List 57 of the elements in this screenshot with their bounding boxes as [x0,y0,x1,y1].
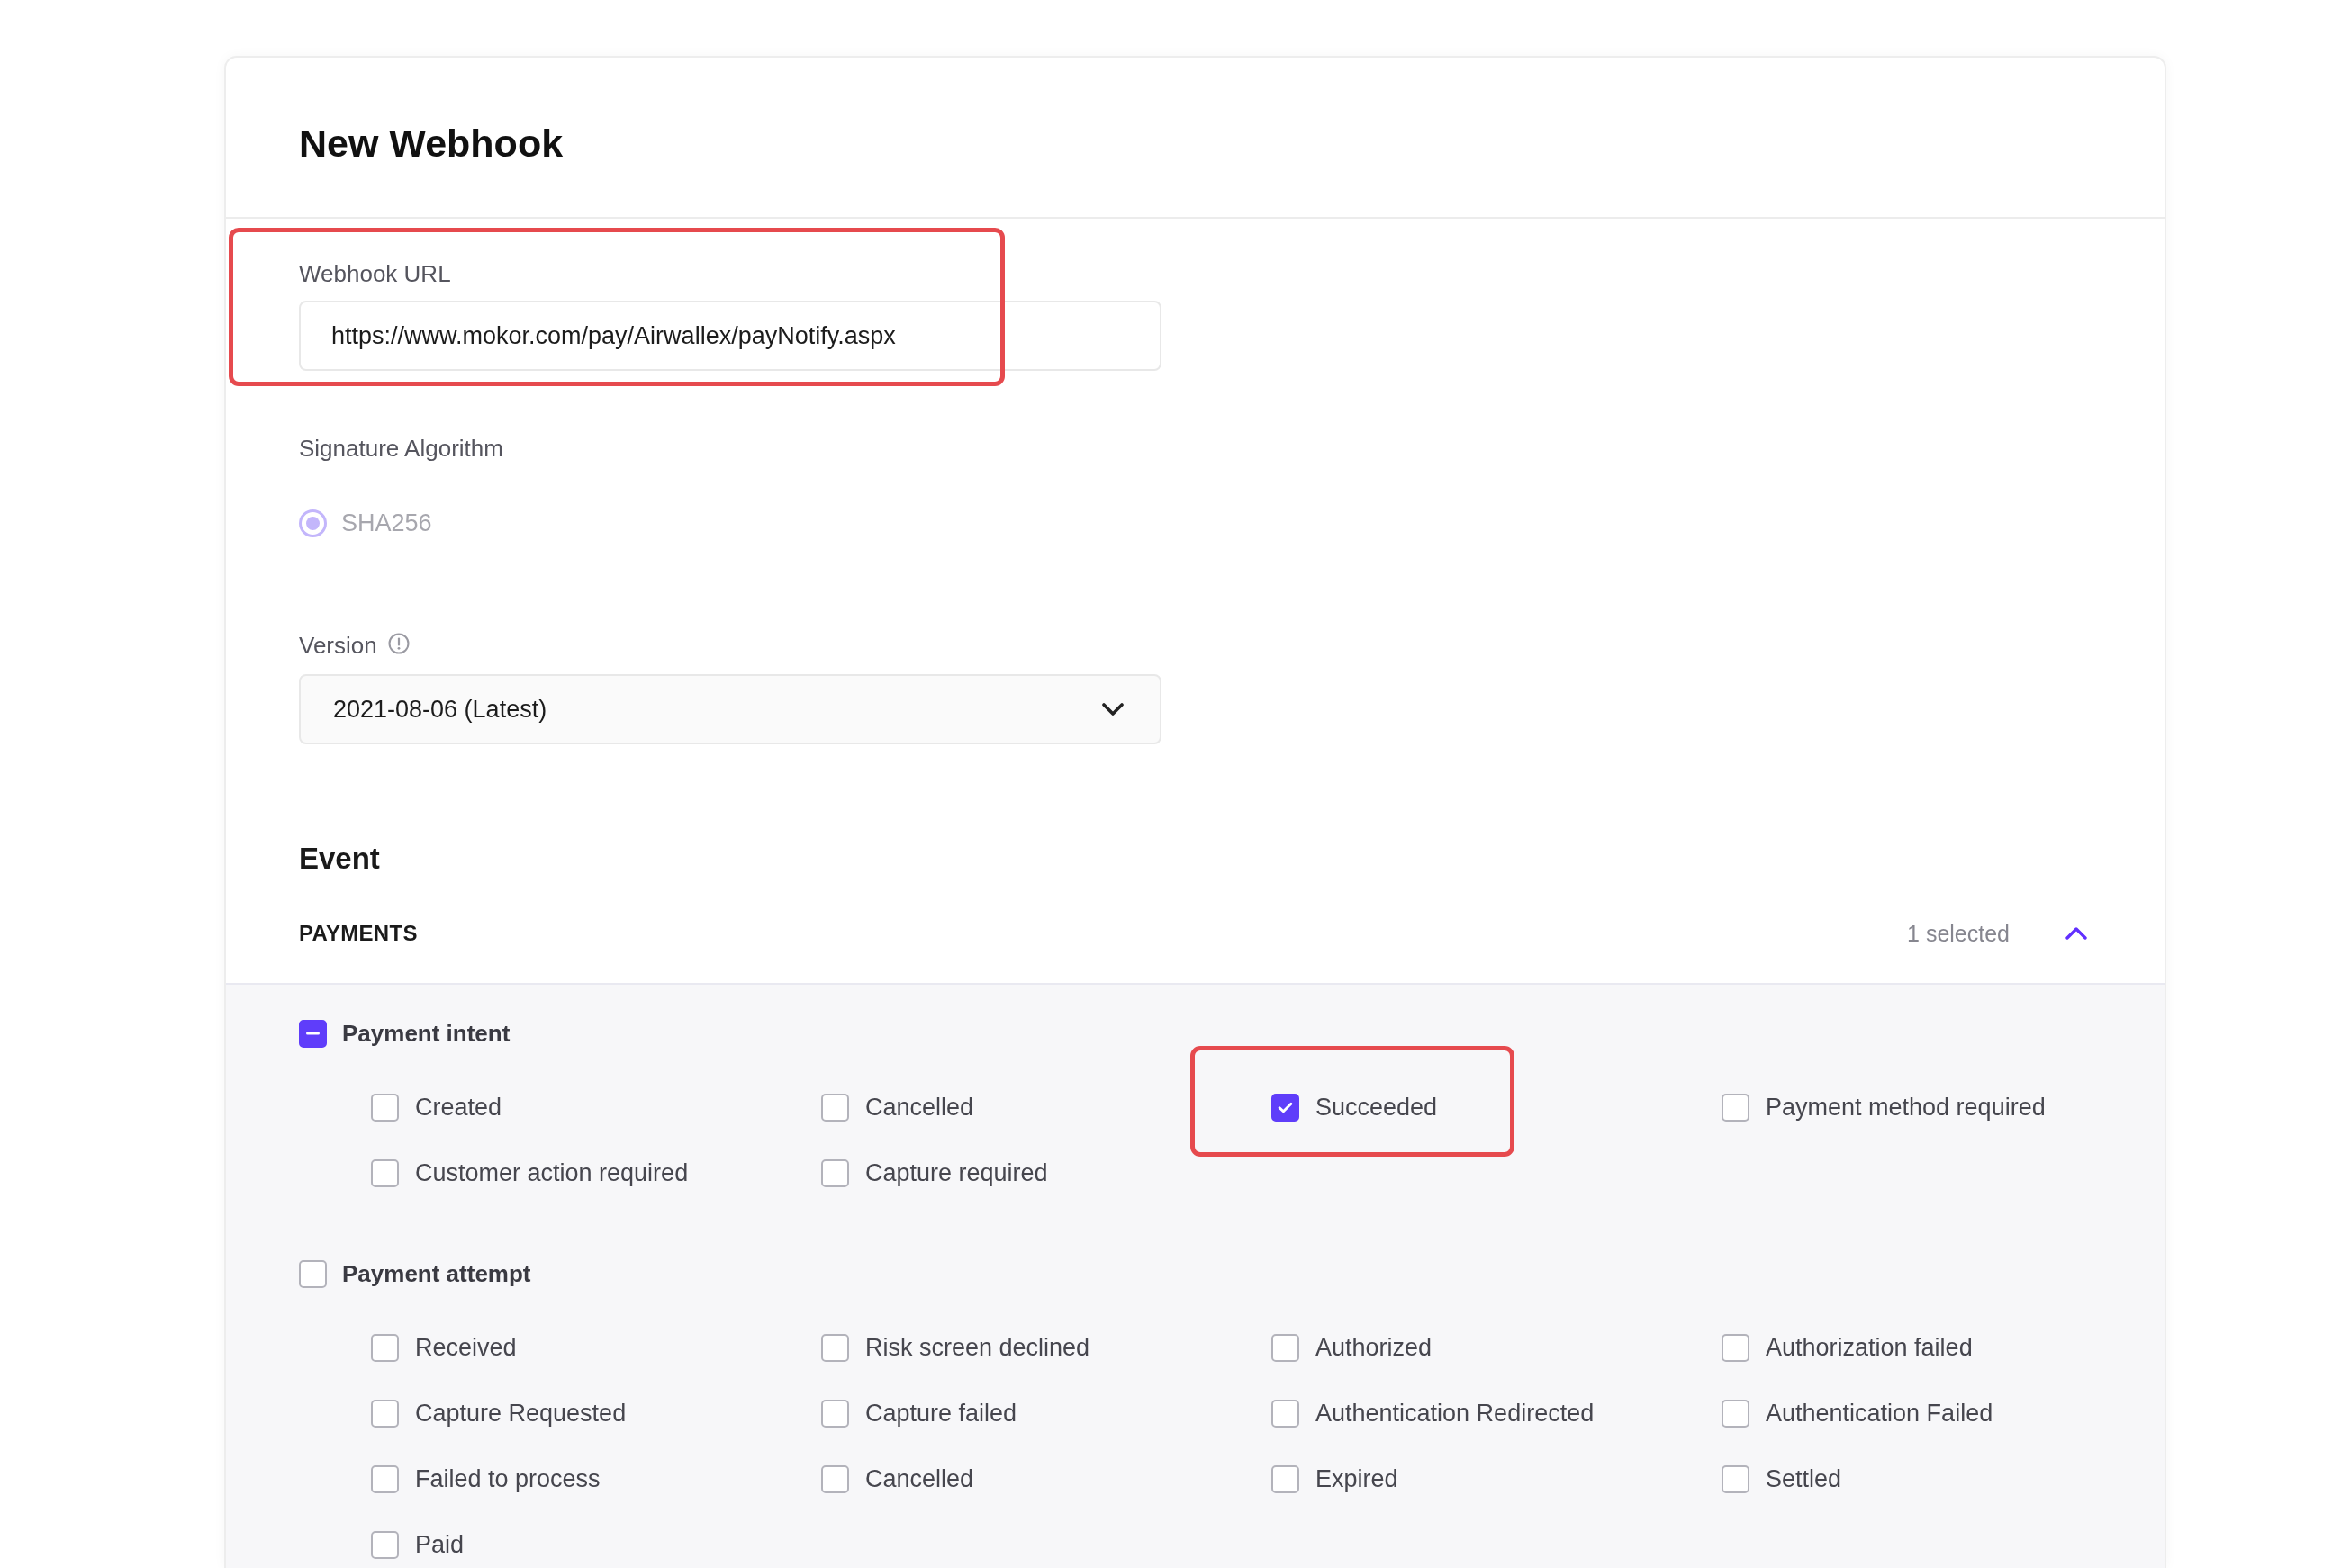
checkbox[interactable] [1722,1464,1749,1493]
checkbox-label: Created [415,1093,502,1122]
url-input[interactable]: https://www.mokor.com/pay/Airwallex/payNotify.aspx [299,301,1161,371]
radio-label: SHA256 [341,509,432,537]
field-label: Version [299,631,377,660]
checkbox[interactable] [371,1333,399,1362]
checkbox[interactable] [371,1158,399,1187]
checkbox[interactable] [821,1399,849,1428]
checkbox[interactable] [1271,1464,1299,1493]
checkbox-label: Risk screen declined [865,1333,1090,1362]
checkbox-label: Received [415,1333,517,1362]
chevron-down-icon [1102,703,1124,716]
checkbox-label: Paid [415,1530,465,1559]
category-label: PAYMENTS [299,921,418,946]
checkbox[interactable] [1722,1333,1749,1362]
checkbox-label: Capture Requested [415,1399,627,1428]
checkbox-label: Payment method required [1766,1093,2046,1122]
checkbox-label: Capture failed [865,1399,1017,1428]
page-title: New Webhook [299,121,564,166]
checkbox-label: Capture required [865,1158,1048,1187]
checkbox[interactable] [1722,1093,1749,1122]
version-select[interactable]: 2021-08-06 (Latest) [299,674,1161,744]
checkbox-label: Succeeded [1315,1093,1438,1122]
checkbox-label: Payment intent [342,1019,511,1048]
checkbox-label: Expired [1315,1464,1398,1493]
checkbox[interactable] [371,1093,399,1122]
minus-icon [305,1032,321,1035]
selected-count: 1 selected [1907,920,2010,947]
checkbox-label: Customer action required [415,1158,689,1187]
checkbox[interactable] [299,1019,327,1048]
checkmark-icon [1278,1101,1293,1113]
checkbox-label: Authentication Redirected [1315,1399,1595,1428]
checkbox[interactable] [1271,1399,1299,1428]
checkbox-label: Cancelled [865,1464,974,1493]
checkbox[interactable] [821,1333,849,1362]
field-label: Webhook URL [299,259,451,288]
checkbox[interactable] [821,1464,849,1493]
checkbox-label: Cancelled [865,1093,974,1122]
checkbox-label: Authorization failed [1766,1333,1973,1362]
checkbox[interactable] [821,1093,849,1122]
checkbox-label: Settled [1766,1464,1842,1493]
checkbox-label: Authorized [1315,1333,1433,1362]
field-label: Signature Algorithm [299,434,503,463]
exclamation-circle-icon [387,633,410,654]
section-heading: Event [299,841,380,877]
checkbox[interactable] [371,1399,399,1428]
checkbox-label: Failed to process [415,1464,601,1493]
checkbox[interactable] [371,1530,399,1559]
checkbox[interactable] [1722,1399,1749,1428]
checkbox[interactable] [371,1464,399,1493]
checkbox-label: Payment attempt [342,1259,531,1288]
checkbox[interactable] [1271,1093,1299,1122]
checkbox[interactable] [299,1259,327,1288]
checkbox[interactable] [1271,1333,1299,1362]
chevron-up-icon[interactable] [2065,927,2087,940]
checkbox[interactable] [821,1158,849,1187]
checkbox-label: Authentication Failed [1766,1399,1993,1428]
